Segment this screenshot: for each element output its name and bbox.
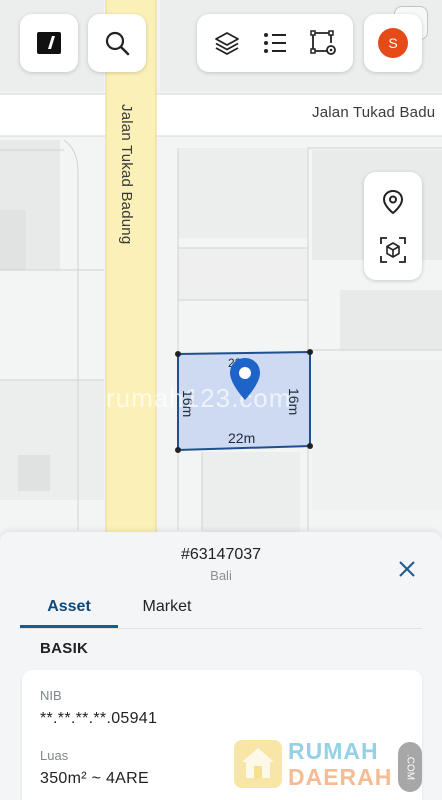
tabs-divider: [20, 628, 422, 629]
search-icon: [105, 31, 130, 56]
road-label-horizontal: Jalan Tukad Badu: [312, 104, 436, 121]
layers-icon: [215, 32, 239, 55]
layers-button[interactable]: [209, 25, 245, 61]
road-label-vertical: Jalan Tukad Badung: [118, 104, 135, 245]
map-pin-icon[interactable]: [227, 356, 263, 402]
brand-watermark: RUMAH DAERAH .COM: [232, 736, 432, 792]
tab-market[interactable]: Market: [118, 598, 216, 628]
field-label-luas: Luas: [40, 748, 69, 763]
profile-button[interactable]: S: [364, 14, 422, 72]
location-button[interactable]: [375, 184, 411, 220]
field-value-luas: 350m² ~ 4ARE: [40, 770, 149, 787]
tab-asset[interactable]: Asset: [20, 598, 118, 628]
side-tools-panel: [364, 172, 422, 280]
list-button[interactable]: [257, 25, 293, 61]
list-icon: [264, 33, 286, 53]
location-pin-icon: [382, 189, 404, 215]
close-button[interactable]: [392, 554, 422, 584]
3d-view-button[interactable]: [375, 232, 411, 268]
parcel-bottom-dimension: 22m: [228, 430, 256, 446]
3d-box-icon: [380, 237, 406, 263]
polygon-settings-button[interactable]: [305, 25, 341, 61]
polygon-settings-icon: [310, 30, 336, 55]
brand-suffix: .COM: [398, 742, 422, 792]
map-tools-group: [197, 14, 353, 72]
watermark-text: rumah123.com: [106, 383, 292, 413]
detail-tabs: Asset Market: [20, 598, 422, 628]
section-title: BASIK: [40, 640, 89, 657]
map-view[interactable]: Jalan Tukad Badung Jalan Tukad Badu 22m …: [0, 0, 442, 540]
brand-line-1: RUMAH: [288, 738, 379, 764]
close-icon: [399, 561, 415, 577]
listing-id: #63147037: [180, 546, 262, 563]
app-logo-button[interactable]: [20, 14, 78, 72]
field-label-nib: NIB: [40, 688, 62, 703]
house-logo-icon: [234, 740, 282, 788]
search-button[interactable]: [88, 14, 146, 72]
brand-line-2: DAERAH: [288, 764, 393, 790]
avatar: S: [378, 28, 408, 58]
listing-location: Bali: [210, 568, 232, 583]
app-logo-icon: [37, 32, 61, 54]
field-value-nib: **.**.**.**.05941: [40, 710, 158, 727]
